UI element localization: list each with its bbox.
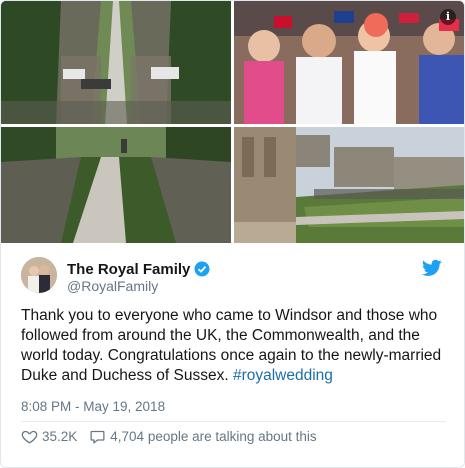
engagement-bar: 35.2K 4,704 people are talking about thi… [21, 426, 317, 446]
photo-cheering-crowd[interactable]: i [234, 1, 464, 124]
user-handle[interactable]: @RoyalFamily [67, 278, 158, 294]
display-name[interactable]: The Royal Family [67, 261, 190, 278]
avatar[interactable] [21, 257, 57, 293]
photo-long-walk-crowds[interactable] [1, 127, 231, 243]
tweet-text: Thank you to everyone who came to Windso… [21, 306, 451, 386]
photo-windsor-castle[interactable] [234, 127, 464, 243]
embedded-tweet-card: i The Royal Family @RoyalFamily Thank yo… [0, 0, 465, 468]
photo-long-walk-aerial[interactable] [1, 1, 231, 124]
twitter-bird-icon[interactable] [422, 259, 442, 277]
heart-icon[interactable] [21, 428, 38, 445]
speech-bubble-icon[interactable] [89, 428, 106, 445]
name-row: The Royal Family [67, 259, 210, 279]
divider [21, 421, 446, 422]
info-icon[interactable]: i [440, 9, 456, 25]
hashtag-link[interactable]: #royalwedding [233, 367, 333, 384]
tweet-header: The Royal Family @RoyalFamily [1, 253, 464, 303]
tweet-body: Thank you to everyone who came to Windso… [21, 307, 442, 384]
timestamp[interactable]: 8:08 PM - May 19, 2018 [21, 399, 165, 414]
photo-grid[interactable]: i [1, 1, 464, 243]
talking-count[interactable]: 4,704 people are talking about this [110, 429, 316, 444]
verified-badge-icon [194, 261, 210, 277]
like-count[interactable]: 35.2K [42, 429, 77, 444]
